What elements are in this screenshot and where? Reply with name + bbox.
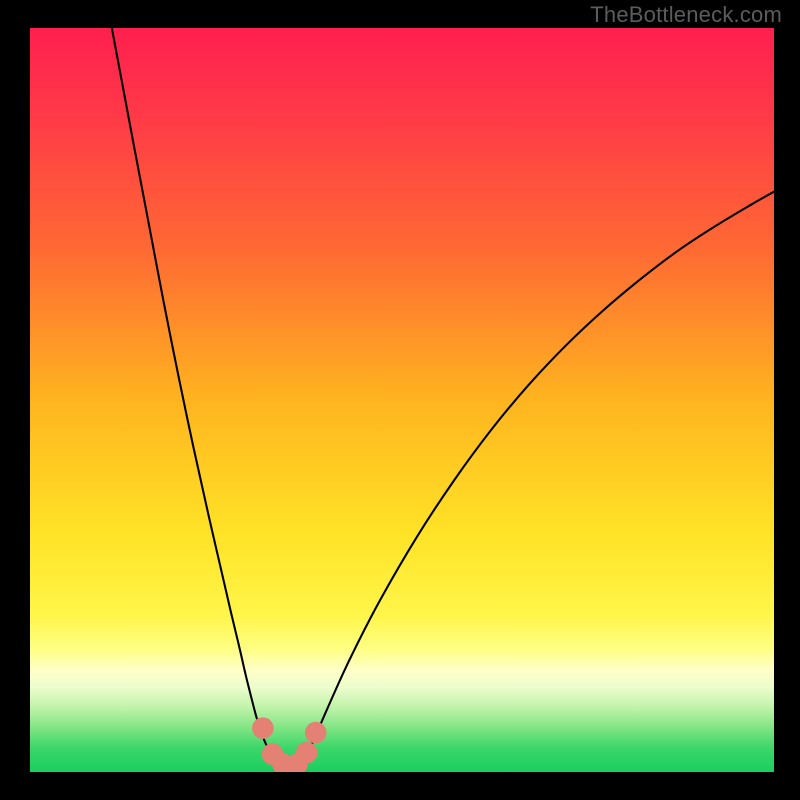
- plot-area: [30, 28, 774, 772]
- gradient-background: [30, 28, 774, 772]
- marker-left-upper: [252, 717, 274, 739]
- marker-right-upper: [305, 722, 327, 744]
- watermark-text: TheBottleneck.com: [590, 2, 782, 28]
- marker-right-lower: [296, 742, 318, 764]
- outer-frame: TheBottleneck.com: [0, 0, 800, 800]
- plot-svg: [30, 28, 774, 772]
